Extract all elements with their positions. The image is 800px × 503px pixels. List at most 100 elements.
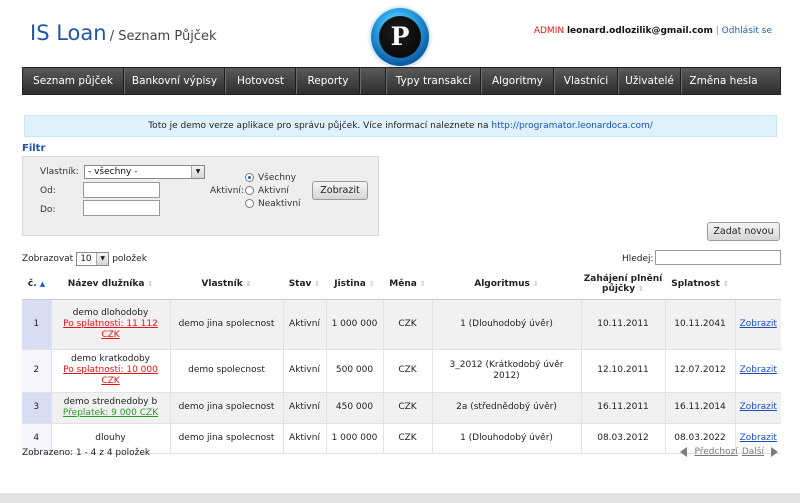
owner-label: Vlastník: (40, 167, 79, 177)
next-page-link[interactable]: Další (742, 447, 764, 457)
nav-item-reporty[interactable]: Reporty (296, 68, 360, 94)
action-cell: Zobrazit (735, 349, 781, 393)
app-name: IS Loan (30, 21, 107, 45)
demo-info-banner: Toto je demo verze aplikace pro správu p… (24, 115, 777, 137)
debtor-name: demo kratkodoby (71, 354, 150, 364)
nav-item-vlastnici[interactable]: Vlastníci (554, 68, 618, 94)
radio-active-button[interactable] (245, 186, 254, 195)
debtor-cell: demo strednedoby b Přeplatek: 9 000 CZK (51, 392, 171, 424)
overdue-link[interactable]: Po splatnosti: 11 112 CZK (56, 319, 166, 341)
sort-icon: ⇕ (147, 279, 154, 288)
owner-cell: demo jina spolecnost (170, 423, 284, 454)
radio-inactive-button[interactable] (245, 199, 254, 208)
col-actions (735, 269, 781, 300)
nav-item-uzivatele[interactable]: Uživatelé (618, 68, 681, 94)
col-due-date[interactable]: Splatnost ⇕ (665, 269, 735, 300)
principal-cell: 1 000 000 (326, 299, 384, 350)
radio-all-button[interactable] (245, 173, 254, 182)
prev-arrow-icon[interactable] (680, 447, 688, 457)
overpayment-link[interactable]: Přeplatek: 9 000 CZK (56, 408, 166, 419)
view-link[interactable]: Zobrazit (740, 402, 777, 412)
nav-spacer (360, 68, 386, 94)
from-label: Od: (40, 186, 56, 196)
nav-item-hotovost[interactable]: Hotovost (225, 68, 296, 94)
page-size-control: Zobrazovat 10 ▼ položek (22, 252, 147, 266)
radio-all[interactable]: Všechny (245, 172, 296, 183)
active-label: Aktivní: (210, 186, 244, 196)
col-debtor-name[interactable]: Název dlužníka ⇕ (51, 269, 170, 300)
col-number[interactable]: č. ▲ (22, 269, 51, 300)
owner-select[interactable]: - všechny - ▼ (84, 165, 205, 179)
principal-cell: 1 000 000 (326, 423, 384, 454)
row-number: 3 (22, 392, 52, 424)
user-bar-separator: | (715, 26, 719, 36)
table-row: 1 demo dlohodoby Po splatnosti: 11 112 C… (22, 299, 781, 350)
search-input[interactable] (655, 250, 781, 265)
status-cell: Aktivní (283, 349, 327, 393)
page-size-prefix: Zobrazovat (22, 254, 74, 264)
view-link[interactable]: Zobrazit (740, 433, 777, 443)
user-bar: ADMIN leonard.odlozilik@gmail.com | Odhl… (534, 26, 772, 36)
row-number: 2 (22, 349, 52, 393)
show-button[interactable]: Zobrazit (312, 181, 368, 200)
radio-all-label: Všechny (258, 172, 297, 183)
radio-active[interactable]: Aktivní (245, 185, 289, 196)
due-date-cell: 16.11.2014 (665, 392, 736, 424)
sort-icon: ⇕ (532, 279, 539, 288)
to-date-input[interactable] (83, 200, 160, 216)
radio-inactive[interactable]: Neaktivní (245, 198, 301, 209)
sort-icon: ⇕ (368, 279, 375, 288)
app-logo: P (371, 8, 429, 66)
demo-info-text: Toto je demo verze aplikace pro správu p… (148, 121, 489, 131)
from-date-input[interactable] (83, 182, 160, 198)
currency-cell: CZK (383, 349, 433, 393)
logo-inner: P (379, 16, 421, 58)
nav-item-bankovni-vypisy[interactable]: Bankovní výpisy (124, 68, 225, 94)
algorithm-cell: 2a (střednědobý úvěr) (432, 392, 582, 424)
prev-page-link[interactable]: Předchozí (694, 447, 737, 457)
principal-cell: 450 000 (326, 392, 384, 424)
col-start-date[interactable]: Zahájení plnění půjčky ⇕ (581, 269, 665, 300)
start-date-cell: 10.11.2011 (581, 299, 666, 350)
page: IS Loan / Seznam Půjček P ADMIN leonard.… (0, 0, 800, 503)
sort-icon: ⇕ (314, 279, 321, 288)
chevron-down-icon: ▼ (191, 166, 204, 178)
due-date-cell: 10.11.2041 (665, 299, 736, 350)
action-cell: Zobrazit (735, 392, 781, 424)
debtor-cell: demo kratkodoby Po splatnosti: 10 000 CZ… (51, 349, 171, 393)
overdue-link[interactable]: Po splatnosti: 10 000 CZK (56, 365, 166, 387)
nav-item-zmena-hesla[interactable]: Změna hesla (681, 68, 765, 94)
next-arrow-icon[interactable] (771, 447, 778, 457)
chevron-down-icon: ▼ (96, 253, 109, 265)
action-cell: Zobrazit (735, 299, 781, 350)
demo-info-link[interactable]: http://programator.leonardoca.com/ (491, 121, 652, 131)
nav-item-algoritmy[interactable]: Algoritmy (481, 68, 554, 94)
nav-item-typy-transakci[interactable]: Typy transakcí (386, 68, 481, 94)
page-size-select[interactable]: 10 ▼ (76, 252, 110, 266)
status-cell: Aktivní (283, 392, 327, 424)
start-date-cell: 16.11.2011 (581, 392, 666, 424)
page-size-suffix: položek (112, 254, 147, 264)
col-algorithm[interactable]: Algoritmus ⇕ (432, 269, 581, 300)
view-link[interactable]: Zobrazit (740, 319, 777, 329)
col-principal[interactable]: Jistina ⇕ (326, 269, 383, 300)
col-status[interactable]: Stav ⇕ (283, 269, 326, 300)
add-new-button[interactable]: Zadat novou (707, 222, 780, 241)
user-email: leonard.odlozilik@gmail.com (566, 26, 713, 36)
nav-item-seznam-pujcek[interactable]: Seznam půjček (23, 68, 124, 94)
filter-title: Filtr (22, 143, 46, 154)
app-title: IS Loan / Seznam Půjček (30, 21, 216, 45)
algorithm-cell: 1 (Dlouhodobý úvěr) (432, 299, 582, 350)
algorithm-cell: 1 (Dlouhodobý úvěr) (432, 423, 582, 454)
col-owner[interactable]: Vlastník ⇕ (170, 269, 283, 300)
currency-cell: CZK (383, 423, 433, 454)
sort-icon: ⇕ (722, 279, 729, 288)
radio-active-label: Aktivní (258, 185, 289, 196)
view-link[interactable]: Zobrazit (740, 365, 777, 375)
user-role: ADMIN (533, 26, 565, 36)
page-size-value: 10 (80, 254, 92, 264)
loans-table: č. ▲ Název dlužníka ⇕ Vlastník ⇕ Stav ⇕ Jist… (22, 269, 781, 454)
table-row: 3 demo strednedoby b Přeplatek: 9 000 CZ… (22, 392, 781, 424)
col-currency[interactable]: Měna ⇕ (383, 269, 432, 300)
logout-link[interactable]: Odhlásit se (722, 26, 772, 36)
